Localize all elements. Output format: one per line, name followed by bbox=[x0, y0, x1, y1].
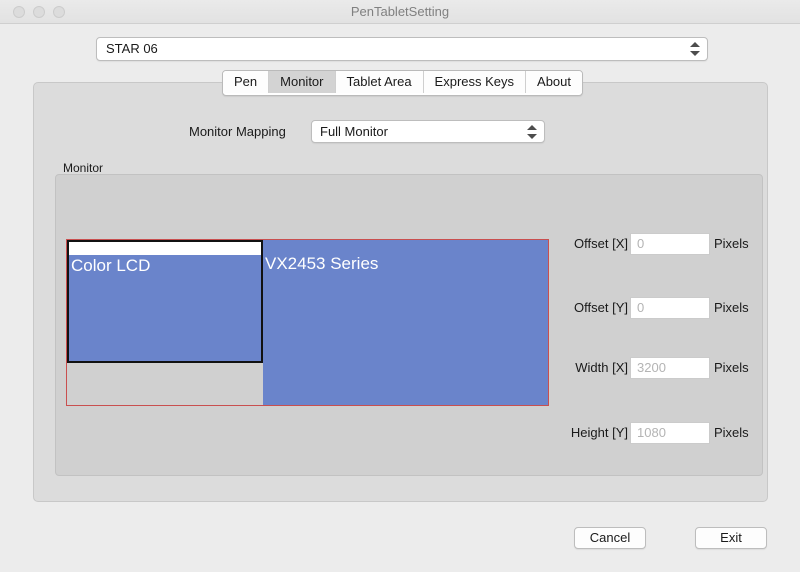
height-y-row: Height [Y] bbox=[498, 422, 628, 444]
offset-y-input[interactable]: 0 bbox=[630, 297, 710, 319]
offset-x-input[interactable]: 0 bbox=[630, 233, 710, 255]
offset-x-label: Offset [X] bbox=[574, 236, 628, 251]
display-color-lcd-label: Color LCD bbox=[71, 256, 151, 275]
pen-tablet-setting-window: PenTabletSetting STAR 06 Pen Monitor Tab… bbox=[0, 0, 800, 572]
title-bar: PenTabletSetting bbox=[0, 0, 800, 24]
exit-button[interactable]: Exit bbox=[695, 527, 767, 549]
chevron-updown-icon[interactable] bbox=[690, 41, 700, 57]
display-menubar-strip bbox=[69, 242, 261, 255]
offset-y-units: Pixels bbox=[714, 300, 749, 315]
tab-pen[interactable]: Pen bbox=[223, 71, 270, 93]
width-x-row: Width [X] bbox=[498, 357, 628, 379]
offset-y-row: Offset [Y] bbox=[498, 297, 628, 319]
offset-y-value: 0 bbox=[637, 300, 645, 315]
monitor-mapping-label: Monitor Mapping bbox=[189, 124, 286, 139]
offset-x-value: 0 bbox=[637, 236, 645, 251]
display-color-lcd[interactable]: Color LCD bbox=[67, 240, 263, 363]
tab-about[interactable]: About bbox=[526, 71, 583, 93]
display-vx2453-series[interactable]: VX2453 Series bbox=[263, 240, 548, 405]
width-x-value: 3200 bbox=[637, 360, 666, 375]
monitor-mapping-value: Full Monitor bbox=[320, 124, 388, 139]
offset-x-row: Offset [X] bbox=[498, 233, 628, 255]
monitor-group-label: Monitor bbox=[63, 161, 104, 175]
chevron-updown-icon[interactable] bbox=[527, 124, 537, 140]
window-title: PenTabletSetting bbox=[350, 4, 450, 19]
device-selector-value: STAR 06 bbox=[106, 41, 158, 56]
cancel-button[interactable]: Cancel bbox=[574, 527, 646, 549]
tab-tablet-area[interactable]: Tablet Area bbox=[335, 71, 424, 93]
tab-monitor[interactable]: Monitor bbox=[269, 71, 336, 93]
height-y-value: 1080 bbox=[637, 425, 666, 440]
tab-express-keys[interactable]: Express Keys bbox=[423, 71, 527, 93]
width-x-label: Width [X] bbox=[575, 360, 628, 375]
width-x-input[interactable]: 3200 bbox=[630, 357, 710, 379]
device-selector[interactable]: STAR 06 bbox=[96, 37, 708, 61]
display-vx2453-series-label: VX2453 Series bbox=[265, 254, 379, 273]
offset-x-units: Pixels bbox=[714, 236, 749, 251]
height-y-units: Pixels bbox=[714, 425, 749, 440]
height-y-input[interactable]: 1080 bbox=[630, 422, 710, 444]
height-y-label: Height [Y] bbox=[570, 425, 628, 440]
offset-y-label: Offset [Y] bbox=[574, 300, 628, 315]
width-x-units: Pixels bbox=[714, 360, 749, 375]
tab-bar: Pen Monitor Tablet Area Express Keys Abo… bbox=[222, 70, 584, 96]
monitor-mapping-dropdown[interactable]: Full Monitor bbox=[311, 120, 545, 143]
